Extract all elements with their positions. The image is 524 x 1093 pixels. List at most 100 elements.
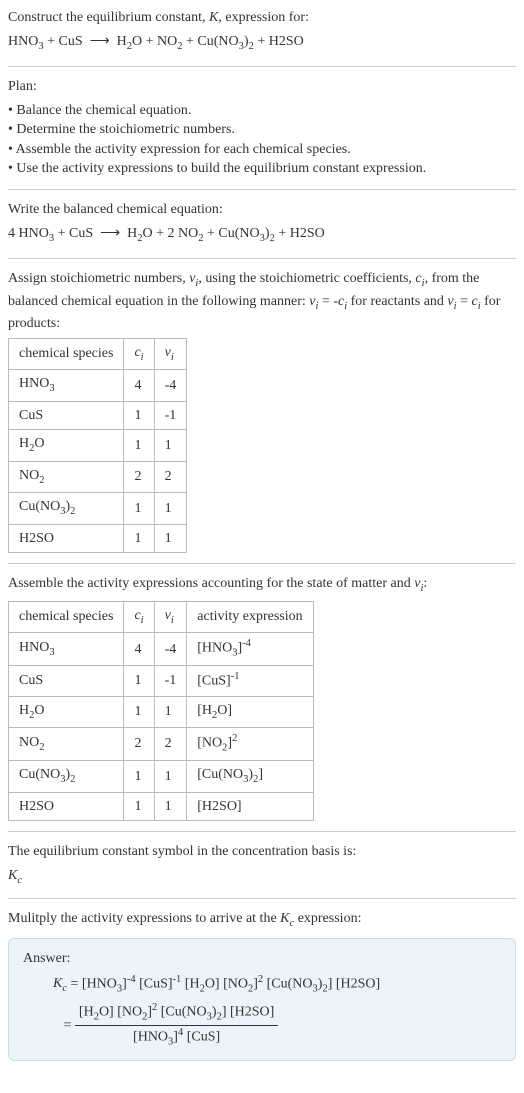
cell-activity: [Cu(NO3)2] — [187, 761, 313, 792]
cell-species: HNO3 — [9, 633, 124, 666]
col-vi: νi — [154, 601, 187, 632]
cell-vi: 2 — [154, 728, 187, 761]
col-activity: activity expression — [187, 601, 313, 632]
col-species: chemical species — [9, 338, 124, 369]
section-plan: Plan: • Balance the chemical equation. •… — [8, 77, 516, 190]
cell-species: CuS — [9, 666, 124, 696]
text: , expression for: — [218, 10, 309, 25]
table-row: NO2 2 2 [NO2]2 — [9, 728, 314, 761]
cell-activity: [HNO3]-4 — [187, 633, 313, 666]
cell-activity: [CuS]-1 — [187, 666, 313, 696]
col-ci: ci — [124, 338, 154, 369]
activity-table: chemical species ci νi activity expressi… — [8, 601, 314, 822]
k-italic: K — [209, 10, 218, 25]
section-activity: Assemble the activity expressions accoun… — [8, 574, 516, 832]
cell-species: CuS — [9, 401, 124, 430]
cell-activity: [NO2]2 — [187, 728, 313, 761]
cell-ci: 4 — [124, 633, 154, 666]
cell-vi: -1 — [154, 401, 187, 430]
plan-bullet: • Determine the stoichiometric numbers. — [8, 120, 516, 140]
cell-ci: 2 — [124, 461, 154, 492]
table-row: H2O 1 1 — [9, 430, 187, 461]
kc-symbol: Kc — [8, 866, 516, 888]
cell-ci: 4 — [124, 370, 154, 401]
cell-ci: 1 — [124, 792, 154, 821]
answer-label: Answer: — [23, 949, 501, 969]
section-symbol: The equilibrium constant symbol in the c… — [8, 842, 516, 899]
stoich-heading: Assign stoichiometric numbers, νi, using… — [8, 269, 516, 334]
cell-vi: -4 — [154, 370, 187, 401]
table-row: H2SO 1 1 — [9, 524, 187, 553]
cell-vi: -1 — [154, 666, 187, 696]
section-balanced: Write the balanced chemical equation: 4 … — [8, 200, 516, 259]
col-species: chemical species — [9, 601, 124, 632]
plan-bullet: • Use the activity expressions to build … — [8, 159, 516, 179]
section-stoich: Assign stoichiometric numbers, νi , using… — [8, 269, 516, 564]
fraction-numerator: [H2O] [NO2]2 [Cu(NO3)2] [H2SO] — [75, 1001, 278, 1026]
cell-species: Cu(NO3)2 — [9, 493, 124, 524]
table-row: CuS 1 -1 — [9, 401, 187, 430]
cell-vi: -4 — [154, 633, 187, 666]
cell-ci: 1 — [124, 696, 154, 727]
text: Assemble the activity expressions accoun… — [8, 576, 414, 591]
construct-heading: Construct the equilibrium constant, K, e… — [8, 8, 516, 28]
cell-ci: 1 — [124, 666, 154, 696]
answer-box: Answer: Kc = [HNO3]-4 [CuS]-1 [H2O] [NO2… — [8, 938, 516, 1061]
text: for reactants and — [347, 294, 447, 309]
kc-line1: Kc = [HNO3]-4 [CuS]-1 [H2O] [NO2]2 [Cu(N… — [53, 973, 501, 997]
plan-bullet: • Balance the chemical equation. — [8, 101, 516, 121]
col-vi: νi — [154, 338, 187, 369]
unbalanced-equation: HNO3 + CuS ⟶ H2O + NO2 + Cu(NO3)2 + H2SO — [8, 32, 516, 54]
balanced-equation: 4 HNO3 + CuS ⟶ H2O + 2 NO2 + Cu(NO3)2 + … — [8, 224, 516, 246]
fraction-denominator: [HNO3]4 [CuS] — [75, 1026, 278, 1050]
kc-expression: Kc = [HNO3]-4 [CuS]-1 [H2O] [NO2]2 [Cu(N… — [53, 973, 501, 1050]
cell-vi: 1 — [154, 761, 187, 792]
table-row: NO2 2 2 — [9, 461, 187, 492]
cell-vi: 1 — [154, 696, 187, 727]
text: Construct the equilibrium constant, — [8, 10, 209, 25]
cell-species: H2SO — [9, 792, 124, 821]
text: : — [423, 576, 427, 591]
text: Assign stoichiometric numbers, — [8, 271, 189, 286]
cell-vi: 1 — [154, 792, 187, 821]
fraction: [H2O] [NO2]2 [Cu(NO3)2] [H2SO] [HNO3]4 [… — [75, 1001, 278, 1050]
cell-species: H2O — [9, 696, 124, 727]
cell-vi: 1 — [154, 493, 187, 524]
cell-species: NO2 — [9, 728, 124, 761]
cell-ci: 1 — [124, 493, 154, 524]
activity-heading: Assemble the activity expressions accoun… — [8, 574, 516, 596]
kc-line2: = [H2O] [NO2]2 [Cu(NO3)2] [H2SO] [HNO3]4… — [53, 1001, 501, 1050]
table-header-row: chemical species ci νi — [9, 338, 187, 369]
cell-ci: 1 — [124, 761, 154, 792]
table-row: CuS 1 -1 [CuS]-1 — [9, 666, 314, 696]
table-header-row: chemical species ci νi activity expressi… — [9, 601, 314, 632]
cell-ci: 1 — [124, 524, 154, 553]
text: , using the stoichiometric coefficients, — [198, 271, 415, 286]
plan-bullet: • Assemble the activity expression for e… — [8, 140, 516, 160]
text: expression: — [294, 911, 361, 926]
cell-species: Cu(NO3)2 — [9, 761, 124, 792]
cell-vi: 1 — [154, 430, 187, 461]
cell-species: HNO3 — [9, 370, 124, 401]
cell-ci: 1 — [124, 430, 154, 461]
cell-ci: 2 — [124, 728, 154, 761]
symbol-heading: The equilibrium constant symbol in the c… — [8, 842, 516, 862]
cell-ci: 1 — [124, 401, 154, 430]
table-row: H2SO 1 1 [H2SO] — [9, 792, 314, 821]
section-construct: Construct the equilibrium constant, K, e… — [8, 8, 516, 67]
cell-species: H2SO — [9, 524, 124, 553]
cell-activity: [H2SO] — [187, 792, 313, 821]
plan-heading: Plan: — [8, 77, 516, 97]
table-row: Cu(NO3)2 1 1 [Cu(NO3)2] — [9, 761, 314, 792]
cell-species: NO2 — [9, 461, 124, 492]
text: Mulitply the activity expressions to arr… — [8, 911, 280, 926]
cell-vi: 1 — [154, 524, 187, 553]
multiply-heading: Mulitply the activity expressions to arr… — [8, 909, 516, 931]
table-row: HNO3 4 -4 [HNO3]-4 — [9, 633, 314, 666]
cell-activity: [H2O] — [187, 696, 313, 727]
col-ci: ci — [124, 601, 154, 632]
table-row: HNO3 4 -4 — [9, 370, 187, 401]
section-multiply: Mulitply the activity expressions to arr… — [8, 909, 516, 1061]
balanced-heading: Write the balanced chemical equation: — [8, 200, 516, 220]
table-row: Cu(NO3)2 1 1 — [9, 493, 187, 524]
